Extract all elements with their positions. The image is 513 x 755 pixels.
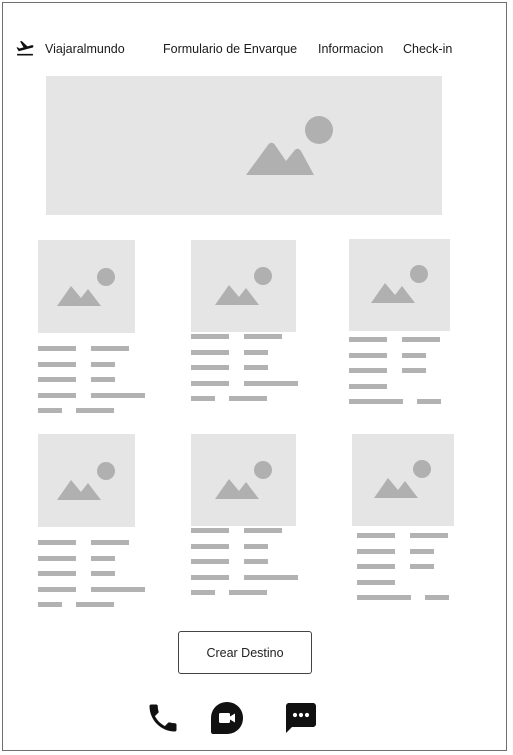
nav-check-in[interactable]: Check-in	[403, 42, 452, 56]
card-image	[38, 240, 135, 333]
image-placeholder-icon	[246, 116, 333, 175]
image-placeholder-icon	[215, 267, 272, 305]
video-call-icon[interactable]	[209, 700, 245, 736]
card-image	[191, 240, 296, 332]
crear-destino-button[interactable]: Crear Destino	[178, 631, 312, 674]
image-placeholder-icon	[215, 461, 272, 499]
card-image	[191, 434, 296, 526]
card-image	[349, 239, 450, 331]
hero-image	[46, 76, 442, 215]
image-placeholder-icon	[374, 460, 431, 498]
image-placeholder-icon	[57, 462, 115, 500]
brand-name[interactable]: Viajaralmundo	[45, 42, 125, 56]
image-placeholder-icon	[371, 265, 428, 303]
image-placeholder-icon	[57, 268, 115, 306]
phone-icon[interactable]	[145, 700, 181, 736]
nav-formulario[interactable]: Formulario de Envarque	[163, 42, 297, 56]
airplane-takeoff-icon	[16, 40, 34, 56]
nav-informacion[interactable]: Informacion	[318, 42, 383, 56]
card-image	[38, 434, 135, 527]
chat-icon[interactable]	[283, 700, 319, 736]
card-image	[352, 434, 454, 526]
